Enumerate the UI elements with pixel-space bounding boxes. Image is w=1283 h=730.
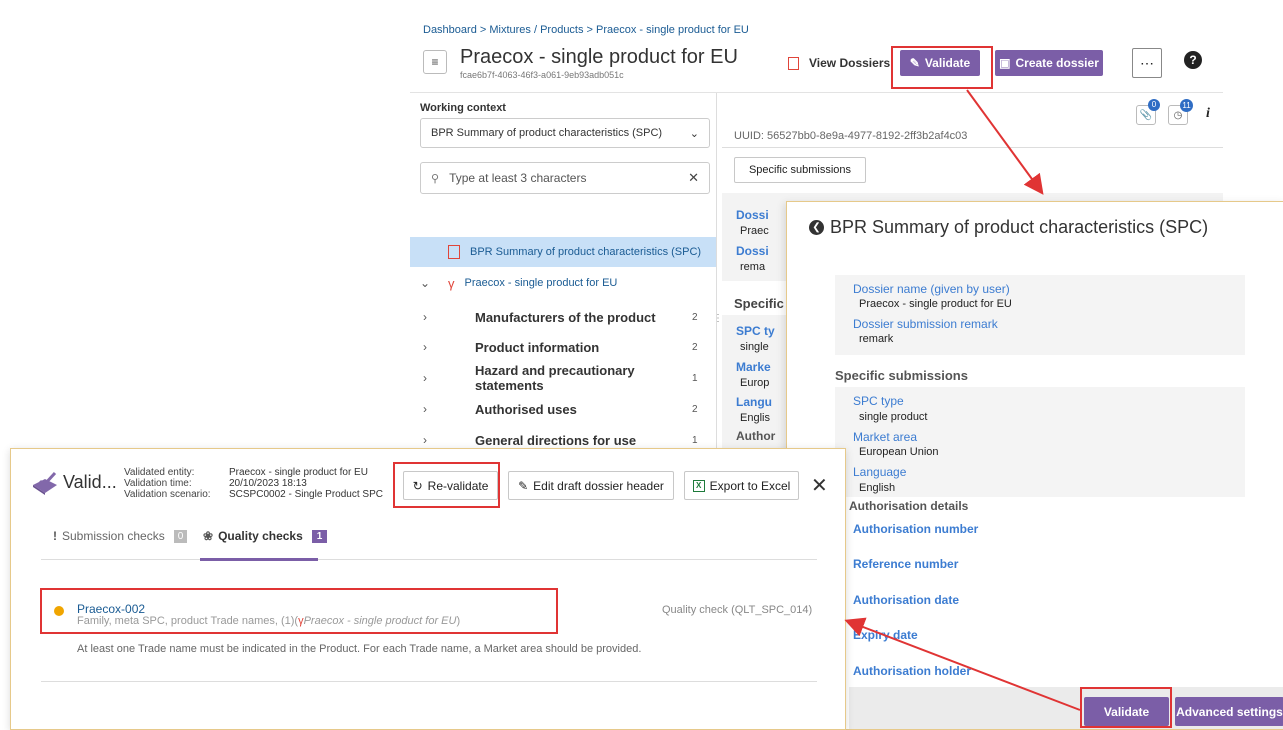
annotation-arrows	[844, 89, 1081, 711]
arrow-spc-validate-to-panel	[844, 617, 1081, 711]
arrow-validate-to-spc	[966, 89, 1044, 195]
